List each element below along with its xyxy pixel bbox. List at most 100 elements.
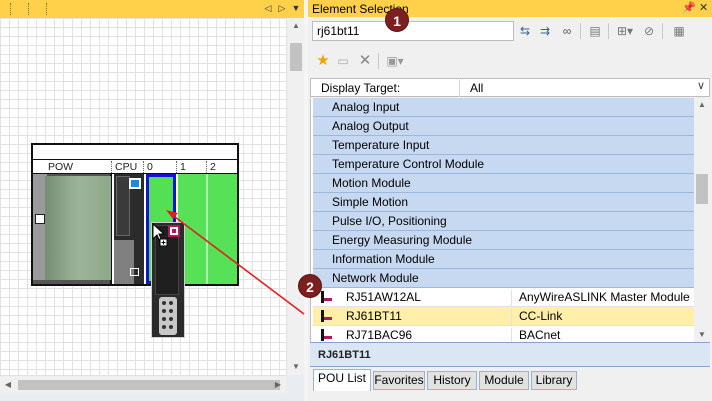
scroll-up-icon[interactable]: ▲ xyxy=(287,18,305,34)
list-item-rj71bac96[interactable]: RJ71BAC96 BACnet xyxy=(313,326,694,342)
search-input[interactable] xyxy=(312,21,514,41)
pin-icon[interactable]: 📌 xyxy=(682,1,696,14)
category-network-module[interactable]: Network Module xyxy=(313,269,694,288)
toolbar-separator xyxy=(580,23,581,39)
list-item-rj51aw12al[interactable]: RJ51AW12AL AnyWireASLINK Master Module xyxy=(313,288,694,307)
base-unit[interactable]: POW CPU 0 1 2 xyxy=(31,143,239,286)
properties-icon[interactable]: ▣▾ xyxy=(384,52,406,70)
selected-item-info-bar: RJ61BT11 xyxy=(310,342,710,367)
slot-label-1: 1 xyxy=(176,161,186,173)
find-previous-icon[interactable]: ⇆ xyxy=(516,22,534,40)
display-target-bar: Display Target: All ∨ xyxy=(310,78,710,97)
right-pane-footer xyxy=(308,393,712,401)
scroll-tabs-right-icon[interactable]: ▷ xyxy=(276,1,288,15)
element-tree: Analog Input Analog Output Temperature I… xyxy=(310,98,694,342)
tab-favorites[interactable]: Favorites xyxy=(373,371,425,390)
view-mode-icon[interactable]: ⊞▾ xyxy=(614,22,636,40)
binoculars-icon[interactable]: ∞ xyxy=(558,22,576,40)
tab-library[interactable]: Library xyxy=(531,371,577,390)
scrollbar-thumb[interactable] xyxy=(696,174,708,204)
category-label: Temperature Input xyxy=(332,138,430,152)
item-description: CC-Link xyxy=(511,309,562,326)
find-next-icon[interactable]: ⇉ xyxy=(536,22,554,40)
left-pane-footer xyxy=(0,393,304,401)
slot-label-2: 2 xyxy=(206,161,216,173)
category-label: Information Module xyxy=(332,252,435,266)
scroll-up-icon[interactable]: ▲ xyxy=(694,98,710,112)
cpu-module-indicator-icon xyxy=(129,178,141,189)
category-label: Analog Output xyxy=(332,119,409,133)
search-toolbar: ⇆ ⇉ ∞ ▤ ⊞▾ ⊘ ▦ xyxy=(308,17,712,45)
close-icon[interactable]: ✕ xyxy=(699,1,708,14)
power-supply-module[interactable] xyxy=(33,174,112,284)
slot-header-row: POW CPU 0 1 2 xyxy=(33,159,237,174)
clear-filter-icon[interactable]: ⊘ xyxy=(640,22,658,40)
slot-label-cpu: CPU xyxy=(111,161,137,173)
category-temperature-control[interactable]: Temperature Control Module xyxy=(313,155,694,174)
slot-divider xyxy=(206,174,208,284)
power-module-indicator-icon xyxy=(35,214,45,224)
tab-pou-list[interactable]: POU List xyxy=(313,369,371,391)
category-pulse-io[interactable]: Pulse I/O, Positioning xyxy=(313,212,694,231)
scrollbar-thumb[interactable] xyxy=(290,43,302,71)
category-label: Network Module xyxy=(332,271,419,285)
options-icon[interactable]: ▦ xyxy=(670,22,688,40)
item-name: RJ61BT11 xyxy=(346,309,402,323)
scroll-tabs-left-icon[interactable]: ◁ xyxy=(262,1,274,15)
scroll-right-icon[interactable]: ▶ xyxy=(270,376,286,394)
tab-list-dropdown-icon[interactable]: ▼ xyxy=(290,1,302,15)
display-target-value: All xyxy=(470,81,484,95)
scroll-down-icon[interactable]: ▼ xyxy=(287,359,305,375)
filter-icon[interactable]: ▤ xyxy=(586,22,604,40)
callout-badge-1: 1 xyxy=(385,8,409,32)
document-tab-strip: ◁ ▷ ▼ xyxy=(0,0,304,18)
category-label: Pulse I/O, Positioning xyxy=(332,214,447,228)
category-label: Energy Measuring Module xyxy=(332,233,473,247)
module-indicator-icon xyxy=(168,225,180,237)
category-motion-module[interactable]: Motion Module xyxy=(313,174,694,193)
star-icon[interactable]: ★ xyxy=(314,52,332,70)
chevron-down-icon: ∨ xyxy=(696,80,705,92)
selected-item-name: RJ61BT11 xyxy=(318,349,371,361)
pane-tabs: POU List Favorites History Module Librar… xyxy=(310,369,712,393)
item-name: RJ71BAC96 xyxy=(346,328,413,342)
category-analog-output[interactable]: Analog Output xyxy=(313,117,694,136)
toolbar-separator xyxy=(662,23,663,39)
toolbar-separator xyxy=(608,23,609,39)
delete-icon[interactable]: ✕ xyxy=(356,52,374,70)
category-analog-input[interactable]: Analog Input xyxy=(313,98,694,117)
category-label: Simple Motion xyxy=(332,195,409,209)
category-label: Temperature Control Module xyxy=(332,157,485,171)
scroll-left-icon[interactable]: ◀ xyxy=(0,376,16,394)
category-energy-measuring[interactable]: Energy Measuring Module xyxy=(313,231,694,250)
item-description: BACnet xyxy=(511,328,560,342)
list-item-rj61bt11[interactable]: RJ61BT11 CC-Link xyxy=(313,307,694,326)
favorites-toolbar: ★ ▭ ✕ ▣▾ xyxy=(308,47,712,71)
tab-stripe xyxy=(28,3,30,15)
empty-slots[interactable] xyxy=(178,174,237,284)
tree-vertical-scrollbar[interactable]: ▲ ▼ xyxy=(694,98,710,342)
scroll-down-icon[interactable]: ▼ xyxy=(694,328,710,342)
cpu-module[interactable] xyxy=(114,174,144,284)
new-folder-icon[interactable]: ▭ xyxy=(334,52,352,70)
element-selection-pane: Element Selection 📌 ✕ ⇆ ⇉ ∞ ▤ ⊞▾ ⊘ ▦ ★ ▭… xyxy=(308,0,712,401)
module-icon xyxy=(319,291,333,304)
cpu-port-icon xyxy=(130,268,139,276)
category-temperature-input[interactable]: Temperature Input xyxy=(313,136,694,155)
display-target-dropdown[interactable]: All ∨ xyxy=(459,78,711,97)
module-configuration-pane: ◁ ▷ ▼ POW CPU 0 1 2 ▲ ▼ ◀ ▶ xyxy=(0,0,304,401)
canvas-horizontal-scrollbar[interactable]: ◀ ▶ xyxy=(0,375,286,393)
module-icon xyxy=(319,310,333,323)
callout-badge-2: 2 xyxy=(298,274,322,298)
slot-label-0: 0 xyxy=(143,161,153,173)
canvas-vertical-scrollbar[interactable]: ▲ ▼ xyxy=(286,18,304,375)
category-information-module[interactable]: Information Module xyxy=(313,250,694,269)
category-label: Motion Module xyxy=(332,176,411,190)
scrollbar-thumb[interactable] xyxy=(18,380,280,390)
drag-cursor-icon xyxy=(152,223,168,247)
cpu-lower-block xyxy=(114,240,134,284)
tab-history[interactable]: History xyxy=(427,371,477,390)
tab-module[interactable]: Module xyxy=(479,371,529,390)
tab-stripe xyxy=(10,3,12,15)
category-simple-motion[interactable]: Simple Motion xyxy=(313,193,694,212)
